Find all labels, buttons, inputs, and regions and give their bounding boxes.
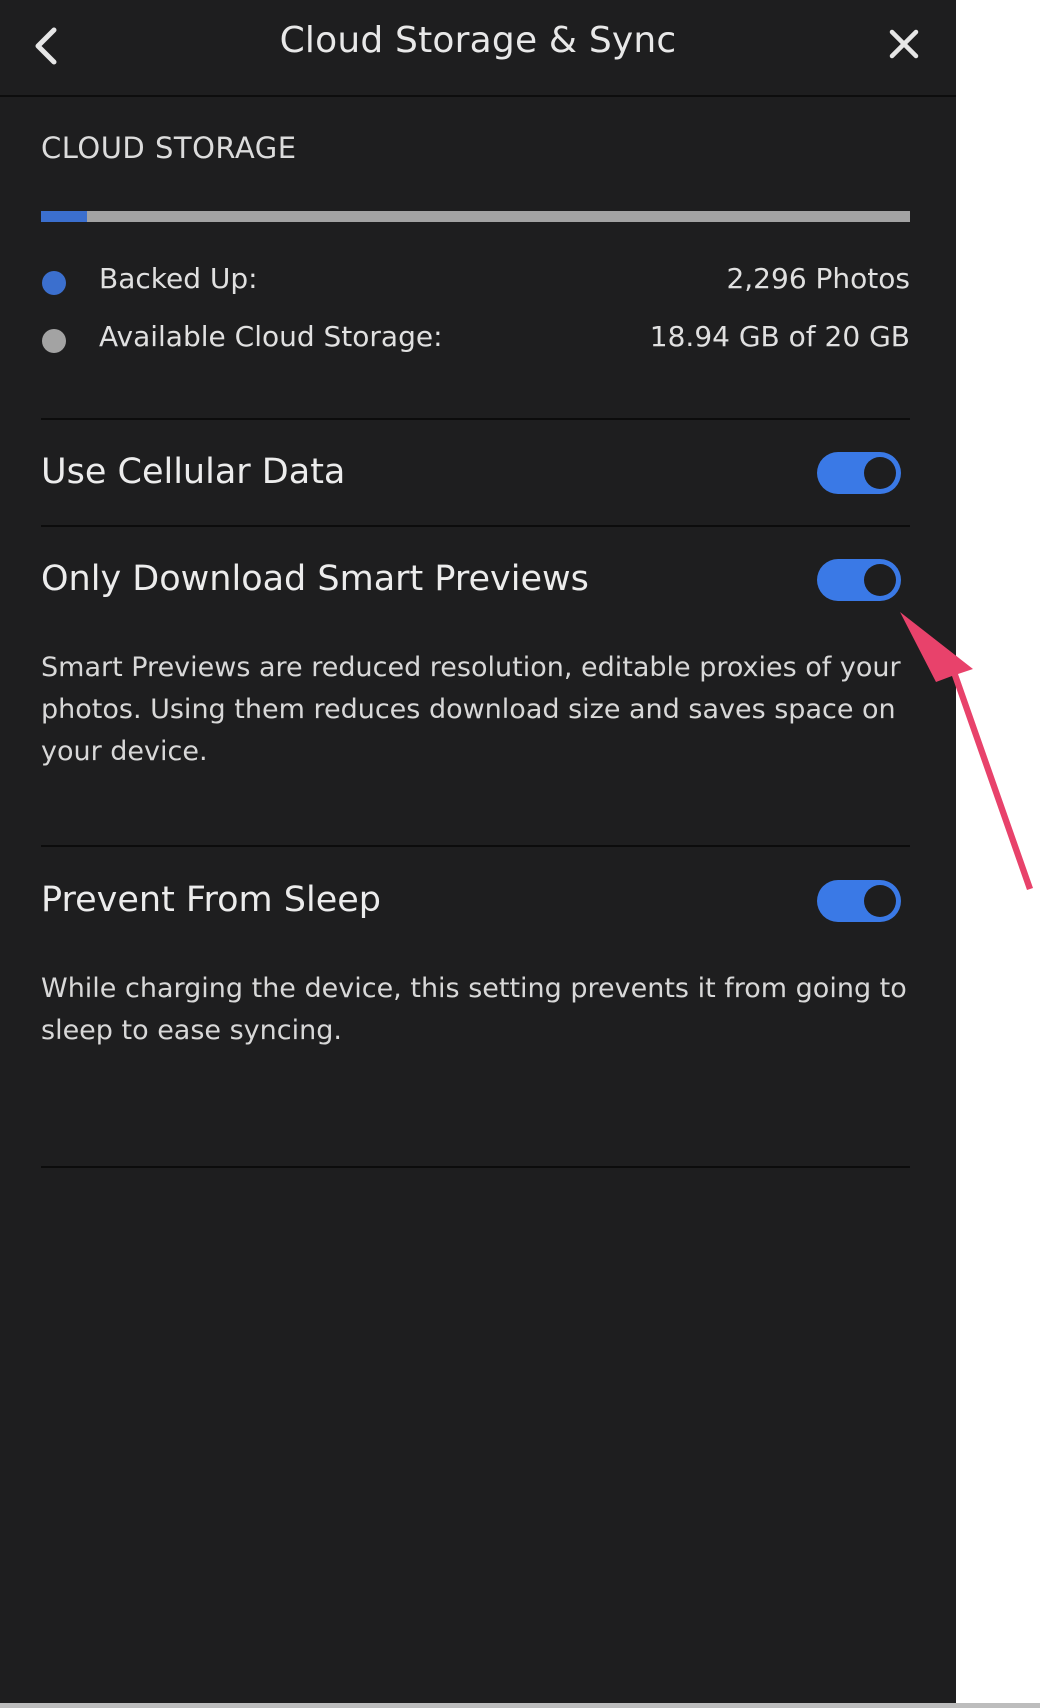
prevent-sleep-label: Prevent From Sleep (41, 880, 381, 920)
smart-previews-toggle[interactable] (817, 559, 901, 601)
close-button[interactable] (886, 26, 922, 62)
divider (41, 525, 910, 527)
storage-usage-fill (41, 211, 88, 222)
toggle-knob (864, 564, 896, 596)
smart-previews-label: Only Download Smart Previews (41, 559, 589, 599)
header-bar: Cloud Storage & Sync (0, 0, 956, 97)
available-storage-dot-icon (42, 329, 66, 353)
divider (41, 1166, 910, 1168)
toggle-knob (864, 457, 896, 489)
backed-up-dot-icon (42, 271, 66, 295)
divider (41, 418, 910, 420)
prevent-sleep-toggle[interactable] (817, 880, 901, 922)
toggle-knob (864, 885, 896, 917)
legend-row-backed-up: Backed Up: 2,296 Photos (41, 262, 910, 302)
prevent-sleep-description: While charging the device, this setting … (41, 973, 907, 1046)
backed-up-value: 2,296 Photos (726, 262, 910, 295)
screen: Cloud Storage & Sync CLOUD STORAGE Backe… (0, 0, 1040, 1708)
use-cellular-data-toggle[interactable] (817, 452, 901, 494)
use-cellular-data-label: Use Cellular Data (41, 452, 346, 492)
settings-panel: Cloud Storage & Sync CLOUD STORAGE Backe… (0, 0, 956, 1703)
legend-row-available-storage: Available Cloud Storage: 18.94 GB of 20 … (41, 320, 910, 360)
bottom-edge (0, 1703, 1040, 1708)
page-title: Cloud Storage & Sync (279, 20, 677, 61)
smart-previews-description: Smart Previews are reduced resolution, e… (41, 652, 901, 767)
divider (41, 845, 910, 847)
cloud-storage-heading: CLOUD STORAGE (41, 131, 297, 165)
available-storage-value: 18.94 GB of 20 GB (649, 320, 910, 353)
available-storage-label: Available Cloud Storage: (99, 320, 443, 353)
close-icon (889, 29, 919, 59)
backed-up-label: Backed Up: (99, 262, 258, 295)
storage-usage-bar (41, 211, 910, 222)
